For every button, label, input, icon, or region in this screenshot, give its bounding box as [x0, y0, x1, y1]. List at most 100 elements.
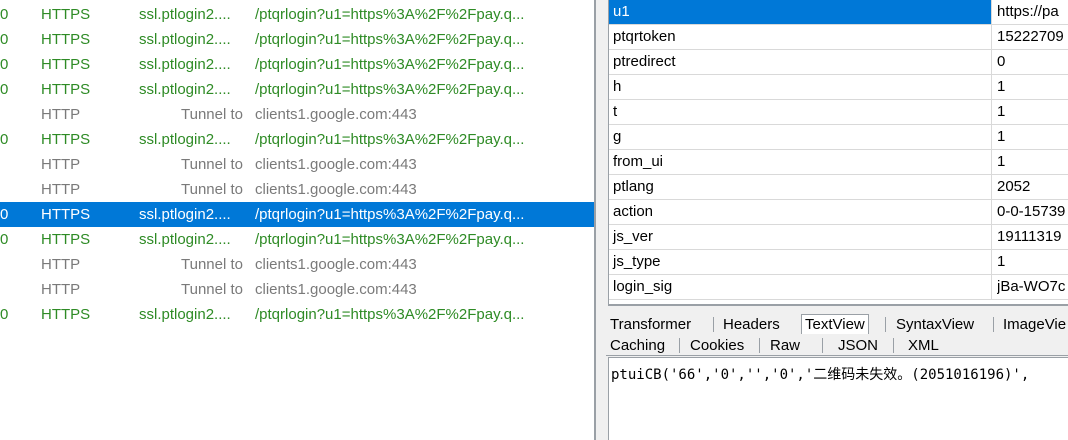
- tab-textview[interactable]: TextView: [801, 314, 869, 334]
- tab-divider: [679, 338, 680, 353]
- pane-splitter[interactable]: [594, 0, 606, 440]
- param-name: u1: [609, 0, 992, 24]
- session-row[interactable]: 0 HTTPS ssl.ptlogin2.... /ptqrlogin?u1=http…: [0, 302, 594, 327]
- session-row[interactable]: HTTP Tunnel to clients1.google.com:443: [0, 277, 594, 302]
- session-result-cell: [0, 152, 14, 177]
- session-protocol-cell: HTTP: [41, 156, 81, 173]
- param-row[interactable]: h1: [609, 75, 1068, 100]
- session-host-cell: Tunnel to: [181, 156, 243, 173]
- session-result-cell: [0, 102, 14, 127]
- session-host-cell: Tunnel to: [181, 281, 243, 298]
- param-value: https://pa: [997, 3, 1059, 20]
- tab-cookies[interactable]: Cookies: [690, 336, 744, 355]
- param-name: h: [609, 75, 992, 99]
- param-row[interactable]: ptlang 2052: [609, 175, 1068, 200]
- session-url-cell: clients1.google.com:443: [255, 181, 417, 198]
- session-url-cell: /ptqrlogin?u1=https%3A%2F%2Fpay.q...: [255, 131, 525, 148]
- session-result-cell: [0, 277, 14, 302]
- param-name: g: [609, 125, 992, 149]
- param-row[interactable]: ptredirect 0: [609, 50, 1068, 75]
- session-row[interactable]: 0 HTTPS ssl.ptlogin2.... /ptqrlogin?u1=http…: [0, 2, 594, 27]
- session-host-cell: Tunnel to: [181, 106, 243, 123]
- session-list[interactable]: 0 HTTPS ssl.ptlogin2.... /ptqrlogin?u1=http…: [0, 0, 594, 440]
- session-row[interactable]: 0 HTTPS ssl.ptlogin2.... /ptqrlogin?u1=http…: [0, 227, 594, 252]
- param-row[interactable]: login_sig jBa-WO7c: [609, 275, 1068, 300]
- param-value: 2052: [997, 178, 1031, 195]
- session-url-cell: /ptqrlogin?u1=https%3A%2F%2Fpay.q...: [255, 206, 525, 223]
- session-protocol-cell: HTTPS: [41, 6, 91, 23]
- param-name: ptlang: [609, 175, 992, 199]
- session-row[interactable]: HTTP Tunnel to clients1.google.com:443: [0, 252, 594, 277]
- param-row[interactable]: action 0-0-15739: [609, 200, 1068, 225]
- response-tabs-row-2: Caching Cookies Raw JSON XML: [606, 334, 1068, 356]
- tab-syntaxview[interactable]: SyntaxView: [896, 315, 974, 334]
- param-name: js_ver: [609, 225, 992, 249]
- param-row[interactable]: js_ver 19111319: [609, 225, 1068, 250]
- session-url-cell: /ptqrlogin?u1=https%3A%2F%2Fpay.q...: [255, 56, 525, 73]
- query-params-grid[interactable]: u1 https://pa ptqrtoken 15222709 ptredirect 0…: [608, 0, 1068, 306]
- tab-headers[interactable]: Headers: [723, 315, 780, 334]
- session-url-cell: clients1.google.com:443: [255, 156, 417, 173]
- session-url-cell: /ptqrlogin?u1=https%3A%2F%2Fpay.q...: [255, 231, 525, 248]
- inspector-pane: u1 https://pa ptqrtoken 15222709 ptredirect 0…: [606, 0, 1068, 440]
- param-row[interactable]: ptqrtoken 15222709: [609, 25, 1068, 50]
- session-result-cell: 0: [0, 31, 9, 48]
- tab-divider: [822, 338, 823, 353]
- session-row-selected[interactable]: 0 HTTPS ssl.ptlogin2.... /ptqrlogin?u1=http…: [0, 202, 594, 227]
- session-row[interactable]: 0 HTTPS ssl.ptlogin2.... /ptqrlogin?u1=http…: [0, 77, 594, 102]
- tab-json[interactable]: JSON: [838, 336, 878, 355]
- session-host-cell: Tunnel to: [181, 181, 243, 198]
- response-text: ptuiCB('66','0','','0','二维码未失效。(20510161…: [611, 367, 1030, 383]
- tab-imageview[interactable]: ImageVie: [1003, 315, 1066, 334]
- param-row[interactable]: js_type 1: [609, 250, 1068, 275]
- tab-divider: [993, 317, 994, 332]
- session-host-cell: ssl.ptlogin2....: [139, 81, 231, 98]
- tab-raw[interactable]: Raw: [770, 336, 800, 355]
- param-name: ptqrtoken: [609, 25, 992, 49]
- param-name: js_type: [609, 250, 992, 274]
- param-value: 1: [997, 78, 1006, 95]
- session-row[interactable]: 0 HTTPS ssl.ptlogin2.... /ptqrlogin?u1=http…: [0, 27, 594, 52]
- session-protocol-cell: HTTP: [41, 106, 81, 123]
- session-host-cell: ssl.ptlogin2....: [139, 31, 231, 48]
- session-url-cell: /ptqrlogin?u1=https%3A%2F%2Fpay.q...: [255, 31, 525, 48]
- session-row[interactable]: HTTP Tunnel to clients1.google.com:443: [0, 152, 594, 177]
- param-name: ptredirect: [609, 50, 992, 74]
- param-row[interactable]: u1 https://pa: [609, 0, 1068, 25]
- session-row[interactable]: 0 HTTPS ssl.ptlogin2.... /ptqrlogin?u1=http…: [0, 52, 594, 77]
- session-result-cell: 0: [0, 206, 9, 223]
- session-result-cell: 0: [0, 131, 9, 148]
- session-result-cell: [0, 177, 14, 202]
- param-value: 1: [997, 153, 1006, 170]
- session-row[interactable]: HTTP Tunnel to clients1.google.com:443: [0, 102, 594, 127]
- param-value: 0: [997, 53, 1006, 70]
- session-url-cell: /ptqrlogin?u1=https%3A%2F%2Fpay.q...: [255, 81, 525, 98]
- session-protocol-cell: HTTPS: [41, 56, 91, 73]
- param-value: 1: [997, 253, 1006, 270]
- param-row[interactable]: g1: [609, 125, 1068, 150]
- param-row[interactable]: t1: [609, 100, 1068, 125]
- tab-transformer[interactable]: Transformer: [610, 315, 691, 334]
- session-protocol-cell: HTTP: [41, 281, 81, 298]
- tab-divider: [713, 317, 714, 332]
- session-protocol-cell: HTTPS: [41, 231, 91, 248]
- tab-divider: [893, 338, 894, 353]
- session-result-cell: 0: [0, 56, 9, 73]
- param-row[interactable]: from_ui 1: [609, 150, 1068, 175]
- session-protocol-cell: HTTP: [41, 256, 81, 273]
- tab-caching[interactable]: Caching: [610, 336, 665, 355]
- session-host-cell: ssl.ptlogin2....: [139, 206, 231, 223]
- session-protocol-cell: HTTPS: [41, 31, 91, 48]
- session-host-cell: ssl.ptlogin2....: [139, 6, 231, 23]
- param-value: 19111319: [997, 228, 1062, 245]
- session-result-cell: [0, 252, 14, 277]
- response-textview[interactable]: ptuiCB('66','0','','0','二维码未失效。(20510161…: [608, 357, 1068, 440]
- session-row[interactable]: HTTP Tunnel to clients1.google.com:443: [0, 177, 594, 202]
- tab-xml[interactable]: XML: [908, 336, 939, 355]
- session-row[interactable]: 0 HTTPS ssl.ptlogin2.... /ptqrlogin?u1=http…: [0, 127, 594, 152]
- session-url-cell: clients1.google.com:443: [255, 106, 417, 123]
- session-host-cell: ssl.ptlogin2....: [139, 231, 231, 248]
- fiddler-window: 0 HTTPS ssl.ptlogin2.... /ptqrlogin?u1=http…: [0, 0, 1068, 440]
- session-protocol-cell: HTTPS: [41, 131, 91, 148]
- session-host-cell: ssl.ptlogin2....: [139, 56, 231, 73]
